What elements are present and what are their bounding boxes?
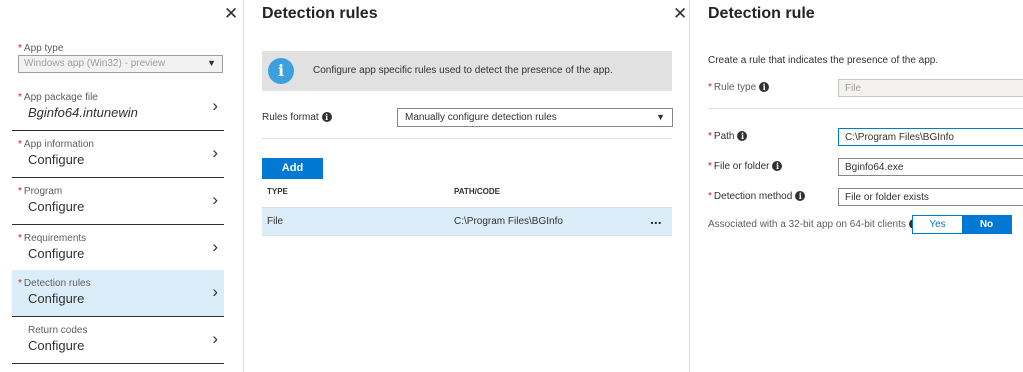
step-value: Configure [28,291,85,306]
close-icon[interactable]: ✕ [673,4,687,24]
step-value: Configure [28,338,85,353]
add-button[interactable]: Add [262,158,323,179]
close-icon[interactable]: ✕ [224,4,238,24]
step-detection-rules[interactable]: * Detection rules Configure › [12,270,224,317]
chevron-right-icon: › [212,96,218,115]
info-banner: i Configure app specific rules used to d… [262,51,672,91]
divider [262,138,672,139]
associated-32bit-label: Associated with a 32-bit app on 64-bit c… [708,219,919,230]
chevron-down-icon: ▼ [207,58,216,68]
cell-path: C:\Program Files\BGInfo [454,216,563,227]
rule-type-select: File [838,79,1023,97]
info-icon: i [759,82,770,93]
step-value: Bginfo64.intunewin [28,105,138,120]
toggle-no[interactable]: No [962,216,1011,233]
step-return-codes[interactable]: Return codes Configure › [12,317,224,364]
more-icon[interactable]: ... [650,211,662,227]
info-icon: i [795,191,806,202]
add-app-blade: ✕ * App type Windows app (Win32) - previe… [0,0,244,372]
detection-method-label: * Detection method i [708,191,806,202]
step-app-package-file[interactable]: * App package file Bginfo64.intunewin › [12,84,224,131]
associated-32bit-toggle[interactable]: Yes No [912,215,1012,234]
table-row[interactable]: File C:\Program Files\BGInfo ... [262,208,672,236]
step-value: Configure [28,246,85,261]
step-program[interactable]: * Program Configure › [12,178,224,225]
file-or-folder-input[interactable]: Bginfo64.exe [838,158,1023,176]
step-value: Configure [28,199,85,214]
step-app-information[interactable]: * App information Configure › [12,131,224,178]
rule-type-label: * Rule type i [708,82,770,93]
path-label: * Path i [708,131,748,142]
blade-title: Detection rules [262,5,378,22]
path-input[interactable]: C:\Program Files\BGInfo [838,128,1023,146]
blade-title: Detection rule [708,5,815,22]
detection-method-select[interactable]: File or folder exists [838,188,1023,206]
chevron-right-icon: › [212,329,218,348]
detection-rules-blade: Detection rules ✕ i Configure app specif… [244,0,690,372]
app-type-label: * App type [18,43,64,54]
chevron-right-icon: › [212,143,218,162]
step-requirements[interactable]: * Requirements Configure › [12,225,224,272]
info-icon: i [772,161,783,172]
chevron-down-icon: ▼ [656,112,665,122]
column-header-path: PATH/CODE [454,187,500,196]
chevron-right-icon: › [212,282,218,301]
description: Create a rule that indicates the presenc… [708,55,939,66]
file-or-folder-label: * File or folder i [708,161,783,172]
info-icon: i [737,131,748,142]
app-type-select: Windows app (Win32) - preview ▼ [18,55,223,73]
rules-format-select[interactable]: Manually configure detection rules ▼ [397,108,673,127]
cell-type: File [267,216,284,227]
chevron-right-icon: › [212,190,218,209]
banner-text: Configure app specific rules used to det… [313,65,613,76]
toggle-yes[interactable]: Yes [913,216,962,233]
divider [708,108,1023,109]
info-icon: i [321,112,332,123]
column-header-type: TYPE [267,187,288,196]
step-value: Configure [28,152,85,167]
chevron-right-icon: › [212,237,218,256]
rules-format-label: Rules format i [262,112,332,123]
info-icon: i [268,58,294,84]
detection-rule-blade: Detection rule Create a rule that indica… [690,0,1023,372]
